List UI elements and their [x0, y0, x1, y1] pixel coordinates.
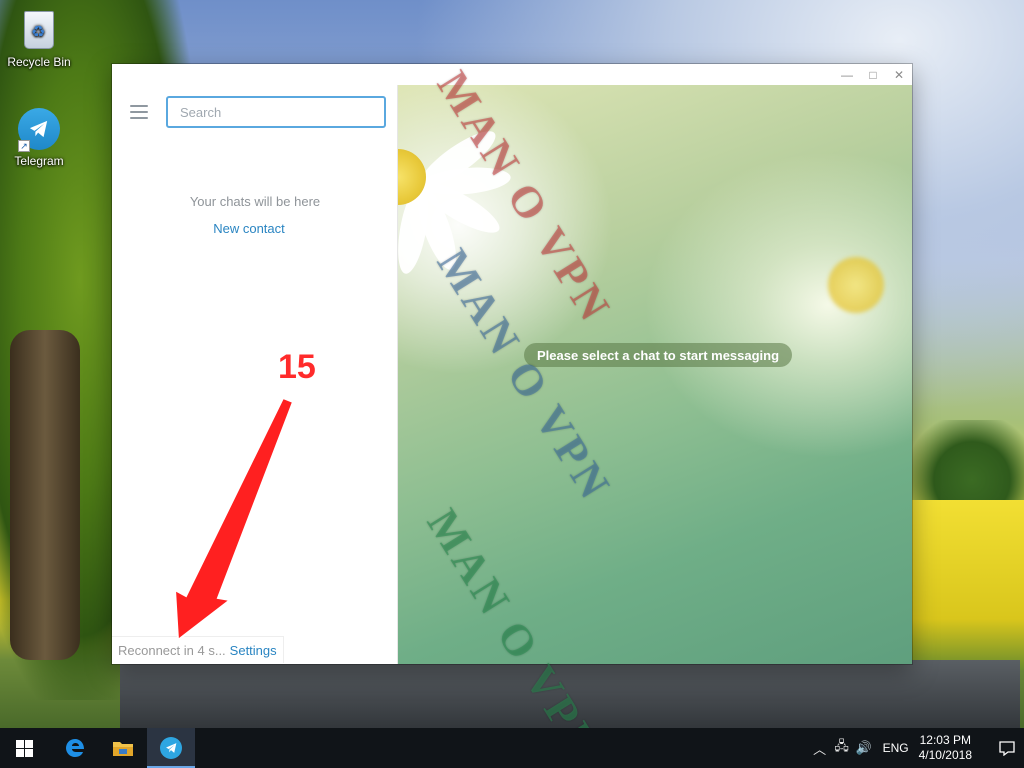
- wallpaper-trunk: [10, 330, 80, 660]
- chat-list-sidebar: Your chats will be here New contact Reco…: [112, 85, 398, 664]
- settings-link[interactable]: Settings: [230, 643, 277, 658]
- telegram-icon: ↗: [17, 107, 61, 152]
- start-button[interactable]: [0, 728, 48, 768]
- desktop-icon-recycle-bin[interactable]: Recycle Bin: [3, 8, 75, 69]
- wallpaper-field: [912, 500, 1024, 670]
- empty-chats-text: Your chats will be here: [189, 194, 321, 209]
- select-chat-message: Please select a chat to start messaging: [524, 343, 793, 367]
- wallpaper-trees: [912, 420, 1024, 510]
- taskbar-edge[interactable]: [51, 728, 99, 768]
- connection-status-bar: Reconnect in 4 s... Settings: [112, 636, 284, 663]
- windows-icon: [15, 739, 33, 757]
- new-contact-link[interactable]: New contact: [112, 221, 386, 236]
- network-icon[interactable]: 🖧: [831, 737, 853, 759]
- reconnect-status-text: Reconnect in 4 s...: [118, 642, 226, 658]
- menu-icon[interactable]: [130, 105, 148, 119]
- maximize-button[interactable]: □: [860, 64, 886, 85]
- chevron-up-icon[interactable]: ︿: [809, 739, 831, 758]
- search-input[interactable]: [166, 96, 386, 128]
- window-titlebar[interactable]: — □ ✕: [112, 64, 912, 85]
- minimize-button[interactable]: —: [834, 64, 860, 85]
- annotation-number: 15: [278, 348, 316, 386]
- taskbar-file-explorer[interactable]: [99, 728, 147, 768]
- taskbar: ︿ 🖧 🔊 ENG 12:03 PM 4/10/2018: [0, 728, 1024, 768]
- desktop-icon-label: Telegram: [14, 154, 64, 168]
- wallpaper-road: [120, 660, 1020, 728]
- close-button[interactable]: ✕: [886, 64, 912, 85]
- clock-date: 4/10/2018: [918, 748, 972, 762]
- desktop-icon-label: Recycle Bin: [7, 55, 71, 69]
- edge-icon: [66, 739, 84, 757]
- system-tray: ︿ 🖧 🔊 ENG 12:03 PM 4/10/2018: [809, 728, 1024, 768]
- recycle-bin-icon: [17, 8, 61, 52]
- daisy-flower-blurred: [828, 257, 884, 313]
- telegram-window: — □ ✕ Your chats will be here New contac…: [112, 64, 912, 664]
- desktop-icon-telegram[interactable]: ↗ Telegram: [3, 107, 75, 168]
- volume-icon[interactable]: 🔊: [853, 740, 875, 756]
- chat-background: Please select a chat to start messaging: [398, 85, 912, 664]
- clock[interactable]: 12:03 PM 4/10/2018: [919, 733, 972, 763]
- taskbar-telegram[interactable]: [147, 728, 195, 768]
- clock-time: 12:03 PM: [919, 733, 971, 747]
- telegram-icon: [160, 737, 182, 759]
- language-indicator[interactable]: ENG: [883, 741, 909, 755]
- notification-center-icon[interactable]: [990, 728, 1024, 768]
- folder-icon: [113, 742, 133, 756]
- shortcut-arrow-icon: ↗: [18, 140, 30, 152]
